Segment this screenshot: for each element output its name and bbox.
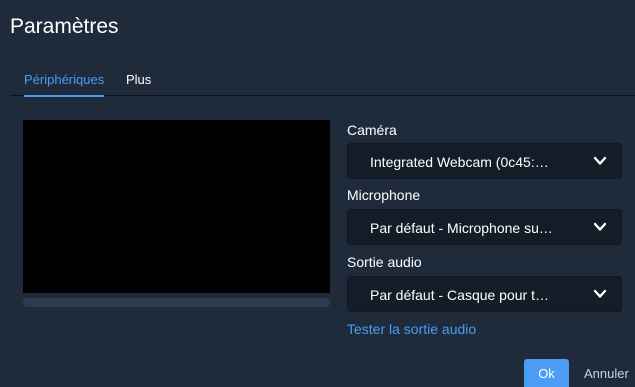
test-audio-output-link[interactable]: Tester la sortie audio (347, 321, 476, 337)
dialog-title: Paramètres (10, 15, 119, 38)
chevron-down-icon (593, 289, 607, 298)
cancel-button[interactable]: Annuler (580, 359, 635, 387)
audio-output-select[interactable]: Par défaut - Casque pour t… (347, 276, 622, 312)
camera-select[interactable]: Integrated Webcam (0c45:… (347, 143, 622, 179)
tab-devices[interactable]: Périphériques (24, 72, 105, 97)
tab-bar: Périphériques Plus (10, 66, 635, 97)
camera-label: Caméra (347, 122, 397, 138)
camera-selected-value: Integrated Webcam (0c45:… (370, 154, 549, 170)
audio-level-meter (23, 298, 330, 307)
audio-output-selected-value: Par défaut - Casque pour t… (370, 287, 549, 303)
microphone-select[interactable]: Par défaut - Microphone su… (347, 209, 622, 245)
tab-more[interactable]: Plus (126, 72, 151, 95)
ok-button[interactable]: Ok (524, 359, 569, 387)
camera-preview (23, 120, 330, 293)
microphone-label: Microphone (347, 187, 421, 203)
microphone-selected-value: Par défaut - Microphone su… (370, 220, 553, 236)
chevron-down-icon (593, 222, 607, 231)
audio-output-label: Sortie audio (347, 254, 422, 270)
chevron-down-icon (593, 156, 607, 165)
settings-dialog: Paramètres Périphériques Plus Caméra Int… (0, 0, 635, 387)
